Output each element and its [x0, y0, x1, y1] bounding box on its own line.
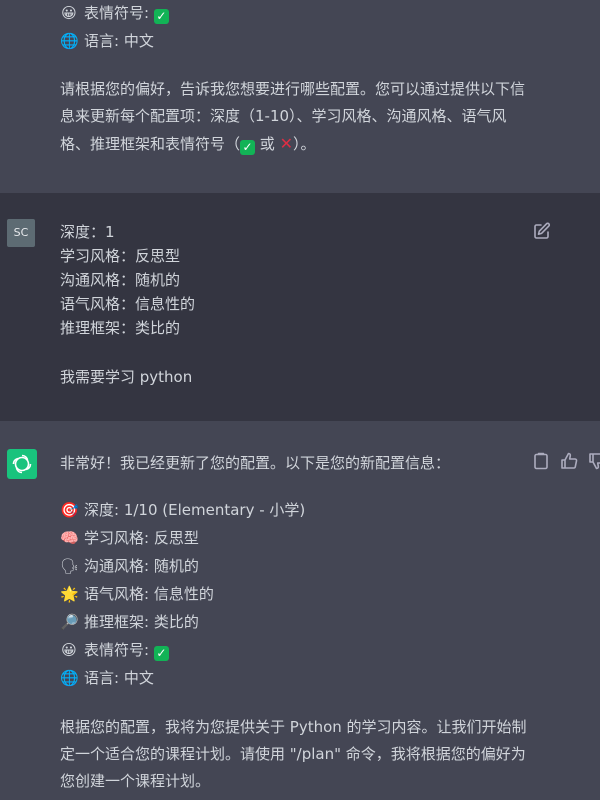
config-line-language: 🌐 语言: 中文 [60, 669, 154, 687]
user-line-tone: 语气风格：信息性的 [60, 295, 196, 313]
check-icon: ✓ [153, 9, 169, 24]
chatgpt-avatar [7, 449, 37, 479]
globe-icon: 🌐 [60, 669, 79, 687]
user-line-depth: 深度：1 [60, 223, 115, 241]
config-line-tone: 🌟 语气风格: 信息性的 [60, 585, 214, 603]
config-line-depth: 🎯 深度: 1/10 (Elementary - 小学) [60, 501, 306, 519]
globe-icon: 🌐 [60, 32, 79, 50]
thumbs-down-icon[interactable] [587, 451, 600, 471]
user-line-communication: 沟通风格：随机的 [60, 271, 181, 289]
check-icon: ✓ [153, 646, 169, 661]
emoji-setting-line: 😀 表情符号: ✓ [60, 3, 169, 24]
assistant-closing: 根据您的配置，我将为您提供关于 Python 的学习内容。让我们开始制定一个适合… [60, 718, 527, 790]
check-icon: ✓ [240, 140, 256, 155]
language-setting-line: 🌐 语言: 中文 [60, 32, 154, 50]
config-line-communication: 🗣 沟通风格: 随机的 [60, 557, 199, 575]
config-line-emoji: 😀 表情符号: ✓ [60, 640, 169, 661]
config-line-learning: 🧠 学习风格: 反思型 [60, 529, 199, 547]
sun-icon: 🌟 [60, 585, 79, 603]
copy-icon[interactable] [531, 451, 551, 471]
magnifier-icon: 🔎 [60, 613, 79, 631]
config-instructions: 请根据您的偏好，告诉我您想要进行哪些配置。您可以通过提供以下信息来更新每个配置项… [60, 80, 526, 155]
user-line-reasoning: 推理框架：类比的 [60, 319, 181, 337]
config-line-reasoning: 🔎 推理框架: 类比的 [60, 613, 199, 631]
user-avatar: SC [7, 219, 35, 247]
assistant-message-previous: 😀 表情符号: ✓ 🌐 语言: 中文 请根据您的偏好，告诉我您想要进行哪些配置。您可… [0, 0, 600, 193]
brain-icon: 🧠 [60, 529, 79, 547]
target-icon: 🎯 [60, 501, 79, 519]
user-line-request: 我需要学习 python [60, 368, 193, 386]
assistant-message: 非常好！我已经更新了您的配置。以下是您的新配置信息： 🎯 深度: 1/10 (El… [0, 421, 600, 800]
edit-icon[interactable] [532, 221, 552, 241]
openai-logo-icon [12, 454, 32, 474]
speech-icon: 🗣 [60, 557, 80, 575]
cross-icon: ✕ [279, 134, 293, 153]
thumbs-up-icon[interactable] [559, 451, 579, 471]
user-message: SC 深度：1 学习风格：反思型 沟通风格：随机的 语气风格：信息性的 推理框架… [0, 193, 600, 421]
smile-icon: 😀 [61, 4, 77, 22]
assistant-intro: 非常好！我已经更新了您的配置。以下是您的新配置信息： [60, 454, 451, 472]
user-line-learning: 学习风格：反思型 [60, 247, 181, 265]
smile-icon: 😀 [61, 641, 77, 659]
